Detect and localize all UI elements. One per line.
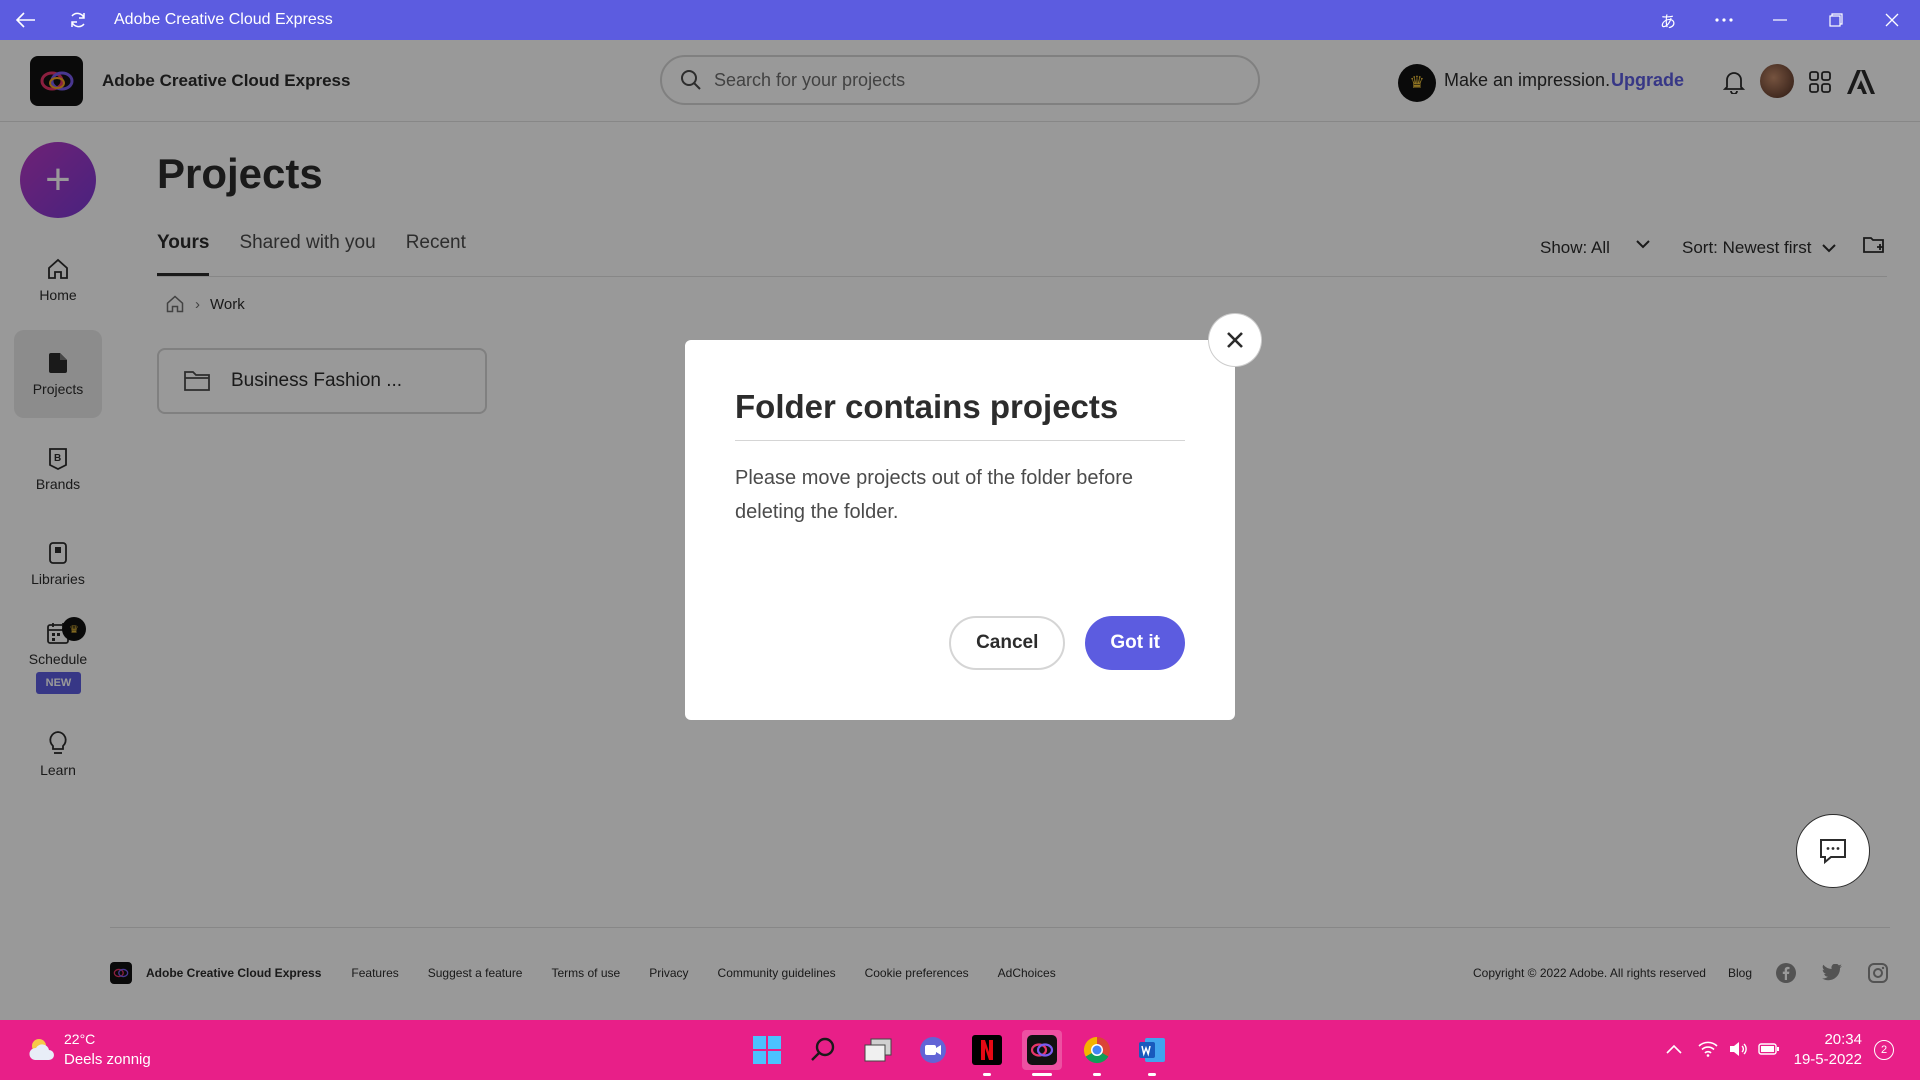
running-indicator	[983, 1073, 991, 1076]
word-app-button[interactable]	[1132, 1030, 1172, 1076]
video-chat-icon	[920, 1037, 946, 1063]
cc-express-app-button[interactable]	[1022, 1030, 1062, 1076]
window-titlebar: Adobe Creative Cloud Express あ	[0, 0, 1920, 40]
task-view-icon	[864, 1038, 892, 1062]
task-view-button[interactable]	[858, 1030, 898, 1070]
clock-time: 20:34	[1824, 1031, 1862, 1048]
chrome-app-button[interactable]	[1077, 1030, 1117, 1076]
word-icon	[1139, 1038, 1165, 1062]
system-clock[interactable]: 20:34 19-5-2022	[1794, 1030, 1862, 1070]
running-indicator	[1148, 1073, 1156, 1076]
minimize-button[interactable]	[1752, 0, 1808, 40]
chat-support-button[interactable]	[1796, 814, 1870, 888]
window-title: Adobe Creative Cloud Express	[114, 11, 333, 28]
cc-express-icon	[1027, 1035, 1057, 1065]
notification-count-badge[interactable]: 2	[1874, 1040, 1894, 1060]
teams-chat-button[interactable]	[913, 1030, 953, 1070]
partly-sunny-icon[interactable]	[26, 1034, 58, 1066]
clock-date: 19-5-2022	[1793, 1051, 1862, 1068]
got-it-button[interactable]: Got it	[1085, 616, 1185, 670]
folder-contains-projects-dialog: Folder contains projects Please move pro…	[685, 340, 1235, 720]
close-dialog-button[interactable]	[1209, 314, 1261, 366]
chevron-up-icon[interactable]	[1663, 1038, 1685, 1060]
back-arrow-icon[interactable]	[0, 0, 52, 40]
taskbar-search-button[interactable]	[803, 1030, 843, 1070]
restore-button[interactable]	[1808, 0, 1864, 40]
active-indicator	[1032, 1073, 1052, 1076]
weather-temperature: 22°C	[64, 1031, 96, 1047]
chrome-icon	[1083, 1036, 1110, 1064]
volume-icon[interactable]	[1727, 1038, 1749, 1060]
language-icon[interactable]: あ	[1640, 0, 1696, 40]
search-icon	[811, 1037, 835, 1061]
netflix-app-button[interactable]	[967, 1030, 1007, 1076]
running-indicator	[1093, 1073, 1101, 1076]
battery-icon[interactable]	[1758, 1038, 1780, 1060]
chat-bubble-icon	[1820, 839, 1846, 865]
dialog-title: Folder contains projects	[735, 388, 1185, 441]
windows-taskbar: 22°C Deels zonnig 20:34 19-5-2022 2	[0, 1020, 1920, 1080]
refresh-icon[interactable]	[52, 0, 104, 40]
dialog-message: Please move projects out of the folder b…	[735, 467, 1134, 523]
windows-logo-icon	[753, 1036, 781, 1064]
wifi-icon[interactable]	[1697, 1038, 1719, 1060]
start-button[interactable]	[747, 1030, 787, 1070]
netflix-icon	[972, 1035, 1002, 1065]
more-options-icon[interactable]	[1696, 0, 1752, 40]
dialog-actions: Cancel Got it	[949, 616, 1185, 670]
weather-condition: Deels zonnig	[64, 1051, 151, 1068]
cancel-button[interactable]: Cancel	[949, 616, 1066, 670]
close-icon	[1227, 332, 1243, 348]
close-window-button[interactable]	[1864, 0, 1920, 40]
